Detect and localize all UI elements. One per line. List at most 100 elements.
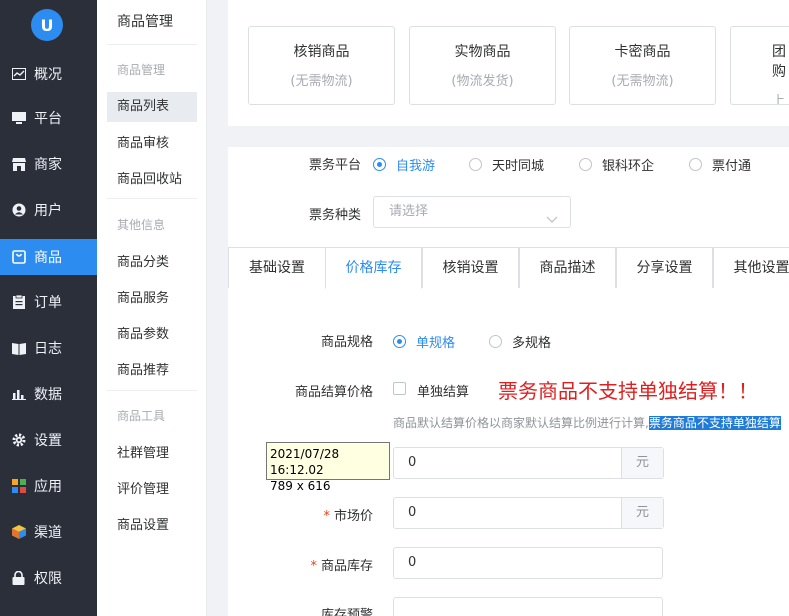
book-icon <box>11 341 26 356</box>
tooltip-timestamp: 2021/07/28 16:12.02 <box>270 447 340 477</box>
cube-icon <box>11 525 26 540</box>
store-icon <box>11 157 26 172</box>
divider <box>107 198 197 199</box>
sub-item-product-list[interactable]: 商品列表 <box>107 92 197 122</box>
tab-description[interactable]: 商品描述 <box>519 247 616 288</box>
nav-item-merchant[interactable]: 商家 <box>0 146 97 182</box>
required-mark: * <box>323 509 330 524</box>
radio-circle <box>373 158 386 171</box>
settle-checkbox-label: 单独结算 <box>417 385 470 400</box>
type-subtitle: 上门 <box>772 94 786 105</box>
monitor-icon <box>11 111 26 126</box>
nav-item-log[interactable]: 日志 <box>0 330 97 366</box>
product-type-card: 核销商品 (无需物流) 实物商品 (物流发货) 卡密商品 (无需物流) 团购 上… <box>228 0 789 126</box>
sub-item-product-settings[interactable]: 商品设置 <box>107 511 197 541</box>
settle-checkbox[interactable] <box>393 382 406 395</box>
nav-item-platform[interactable]: 平台 <box>0 100 97 136</box>
sub-item-community[interactable]: 社群管理 <box>107 439 197 469</box>
radio-ticket-platform-2[interactable]: 天时同城 <box>469 155 544 174</box>
chevron-down-icon <box>546 206 558 236</box>
divider <box>107 390 197 391</box>
ticket-type-select[interactable]: 请选择 <box>373 196 571 228</box>
bar-chart-icon <box>11 387 26 402</box>
nav-item-permission[interactable]: 权限 <box>0 560 97 596</box>
settle-label: 商品结算价格 <box>294 385 373 400</box>
tooltip-size: 789 x 616 <box>270 479 331 493</box>
sub-menu-title: 商品管理 <box>117 14 173 30</box>
sub-item-review-manage[interactable]: 评价管理 <box>107 475 197 505</box>
tab-other[interactable]: 其他设置 <box>713 247 789 288</box>
radio-label: 天时同城 <box>492 159 545 174</box>
settle-hint: 商品默认结算价格以商家默认结算比例进行计算,票务商品不支持单独结算 <box>393 414 781 431</box>
nav-label: 权限 <box>34 571 62 587</box>
type-title: 团购 <box>772 44 786 80</box>
radio-multi-spec[interactable]: 多规格 <box>489 332 551 351</box>
clipboard-icon <box>11 295 26 310</box>
nav-item-apps[interactable]: 应用 <box>0 468 97 504</box>
nav-label: 商家 <box>34 157 62 173</box>
stock-input[interactable]: 0 <box>393 547 663 579</box>
stock-warning-input[interactable] <box>393 597 663 616</box>
type-subtitle: (无需物流) <box>290 74 353 89</box>
radio-single-spec[interactable]: 单规格 <box>393 332 455 351</box>
nav-label: 商品 <box>34 250 62 266</box>
app-logo[interactable]: U <box>31 9 63 41</box>
gear-icon <box>11 433 26 448</box>
sub-group-label: 商品工具 <box>117 409 166 423</box>
radio-label: 银科环企 <box>602 159 655 174</box>
price-input[interactable]: 0 元 <box>393 447 664 479</box>
tab-verify[interactable]: 核销设置 <box>422 247 519 288</box>
radio-ticket-platform-4[interactable]: 票付通 <box>689 155 751 174</box>
type-card-physical[interactable]: 实物商品 (物流发货) <box>409 26 556 105</box>
nav-item-overview[interactable]: 概况 <box>0 56 97 92</box>
sub-item-recycle-bin[interactable]: 商品回收站 <box>107 165 197 195</box>
nav-item-order[interactable]: 订单 <box>0 284 97 320</box>
radio-circle <box>689 158 702 171</box>
nav-label: 日志 <box>34 341 62 357</box>
settle-hint-highlight: 票务商品不支持单独结算 <box>648 416 781 430</box>
spec-label: 商品规格 <box>320 335 373 350</box>
market-price-unit: 元 <box>621 498 663 528</box>
nav-label: 概况 <box>34 67 62 83</box>
nav-item-settings[interactable]: 设置 <box>0 422 97 458</box>
nav-label: 应用 <box>34 479 62 495</box>
tab-basic[interactable]: 基础设置 <box>228 247 326 288</box>
nav-item-data[interactable]: 数据 <box>0 376 97 412</box>
radio-label: 多规格 <box>512 336 552 351</box>
radio-ticket-platform-1[interactable]: 自我游 <box>373 155 435 174</box>
radio-label: 自我游 <box>396 159 436 174</box>
stock-label: * 商品库存 <box>294 555 373 574</box>
radio-circle <box>469 158 482 171</box>
type-card-card-code[interactable]: 卡密商品 (无需物流) <box>569 26 716 105</box>
type-title: 核销商品 <box>293 44 350 60</box>
stock-label-text: 商品库存 <box>320 559 373 574</box>
nav-label: 用户 <box>34 203 62 219</box>
ticket-type-label: 票务种类 <box>308 208 361 223</box>
screenshot-tooltip: 2021/07/28 16:12.02 789 x 616 <box>266 442 390 493</box>
nav-item-user[interactable]: 用户 <box>0 192 97 228</box>
sub-item-category[interactable]: 商品分类 <box>107 248 197 278</box>
settle-warning-text: 票务商品不支持单独结算！！ <box>498 379 758 403</box>
bag-icon <box>11 250 26 265</box>
chart-icon <box>11 67 26 82</box>
nav-label: 订单 <box>34 295 62 311</box>
sub-group-label: 其他信息 <box>117 218 166 232</box>
sub-item-recommend[interactable]: 商品推荐 <box>107 356 197 386</box>
settle-hint-text: 商品默认结算价格以商家默认结算比例进行计算, <box>393 416 649 430</box>
radio-circle <box>393 335 406 348</box>
type-card-verify[interactable]: 核销商品 (无需物流) <box>248 26 395 105</box>
type-card-group-buy[interactable]: 团购 上门 <box>730 26 789 105</box>
tab-price-stock[interactable]: 价格库存 <box>325 247 422 289</box>
nav-label: 平台 <box>34 111 62 127</box>
nav-item-channel[interactable]: 渠道 <box>0 514 97 550</box>
nav-item-product[interactable]: 商品 <box>0 239 97 275</box>
market-price-input[interactable]: 0 元 <box>393 497 664 529</box>
sub-item-params[interactable]: 商品参数 <box>107 320 197 350</box>
tab-share[interactable]: 分享设置 <box>616 247 713 288</box>
apps-icon <box>11 479 26 494</box>
radio-circle <box>489 335 502 348</box>
radio-ticket-platform-3[interactable]: 银科环企 <box>579 155 654 174</box>
stock-warning-label: 库存预警 <box>320 608 373 616</box>
sub-item-service[interactable]: 商品服务 <box>107 284 197 314</box>
sub-item-product-review[interactable]: 商品审核 <box>107 129 197 159</box>
